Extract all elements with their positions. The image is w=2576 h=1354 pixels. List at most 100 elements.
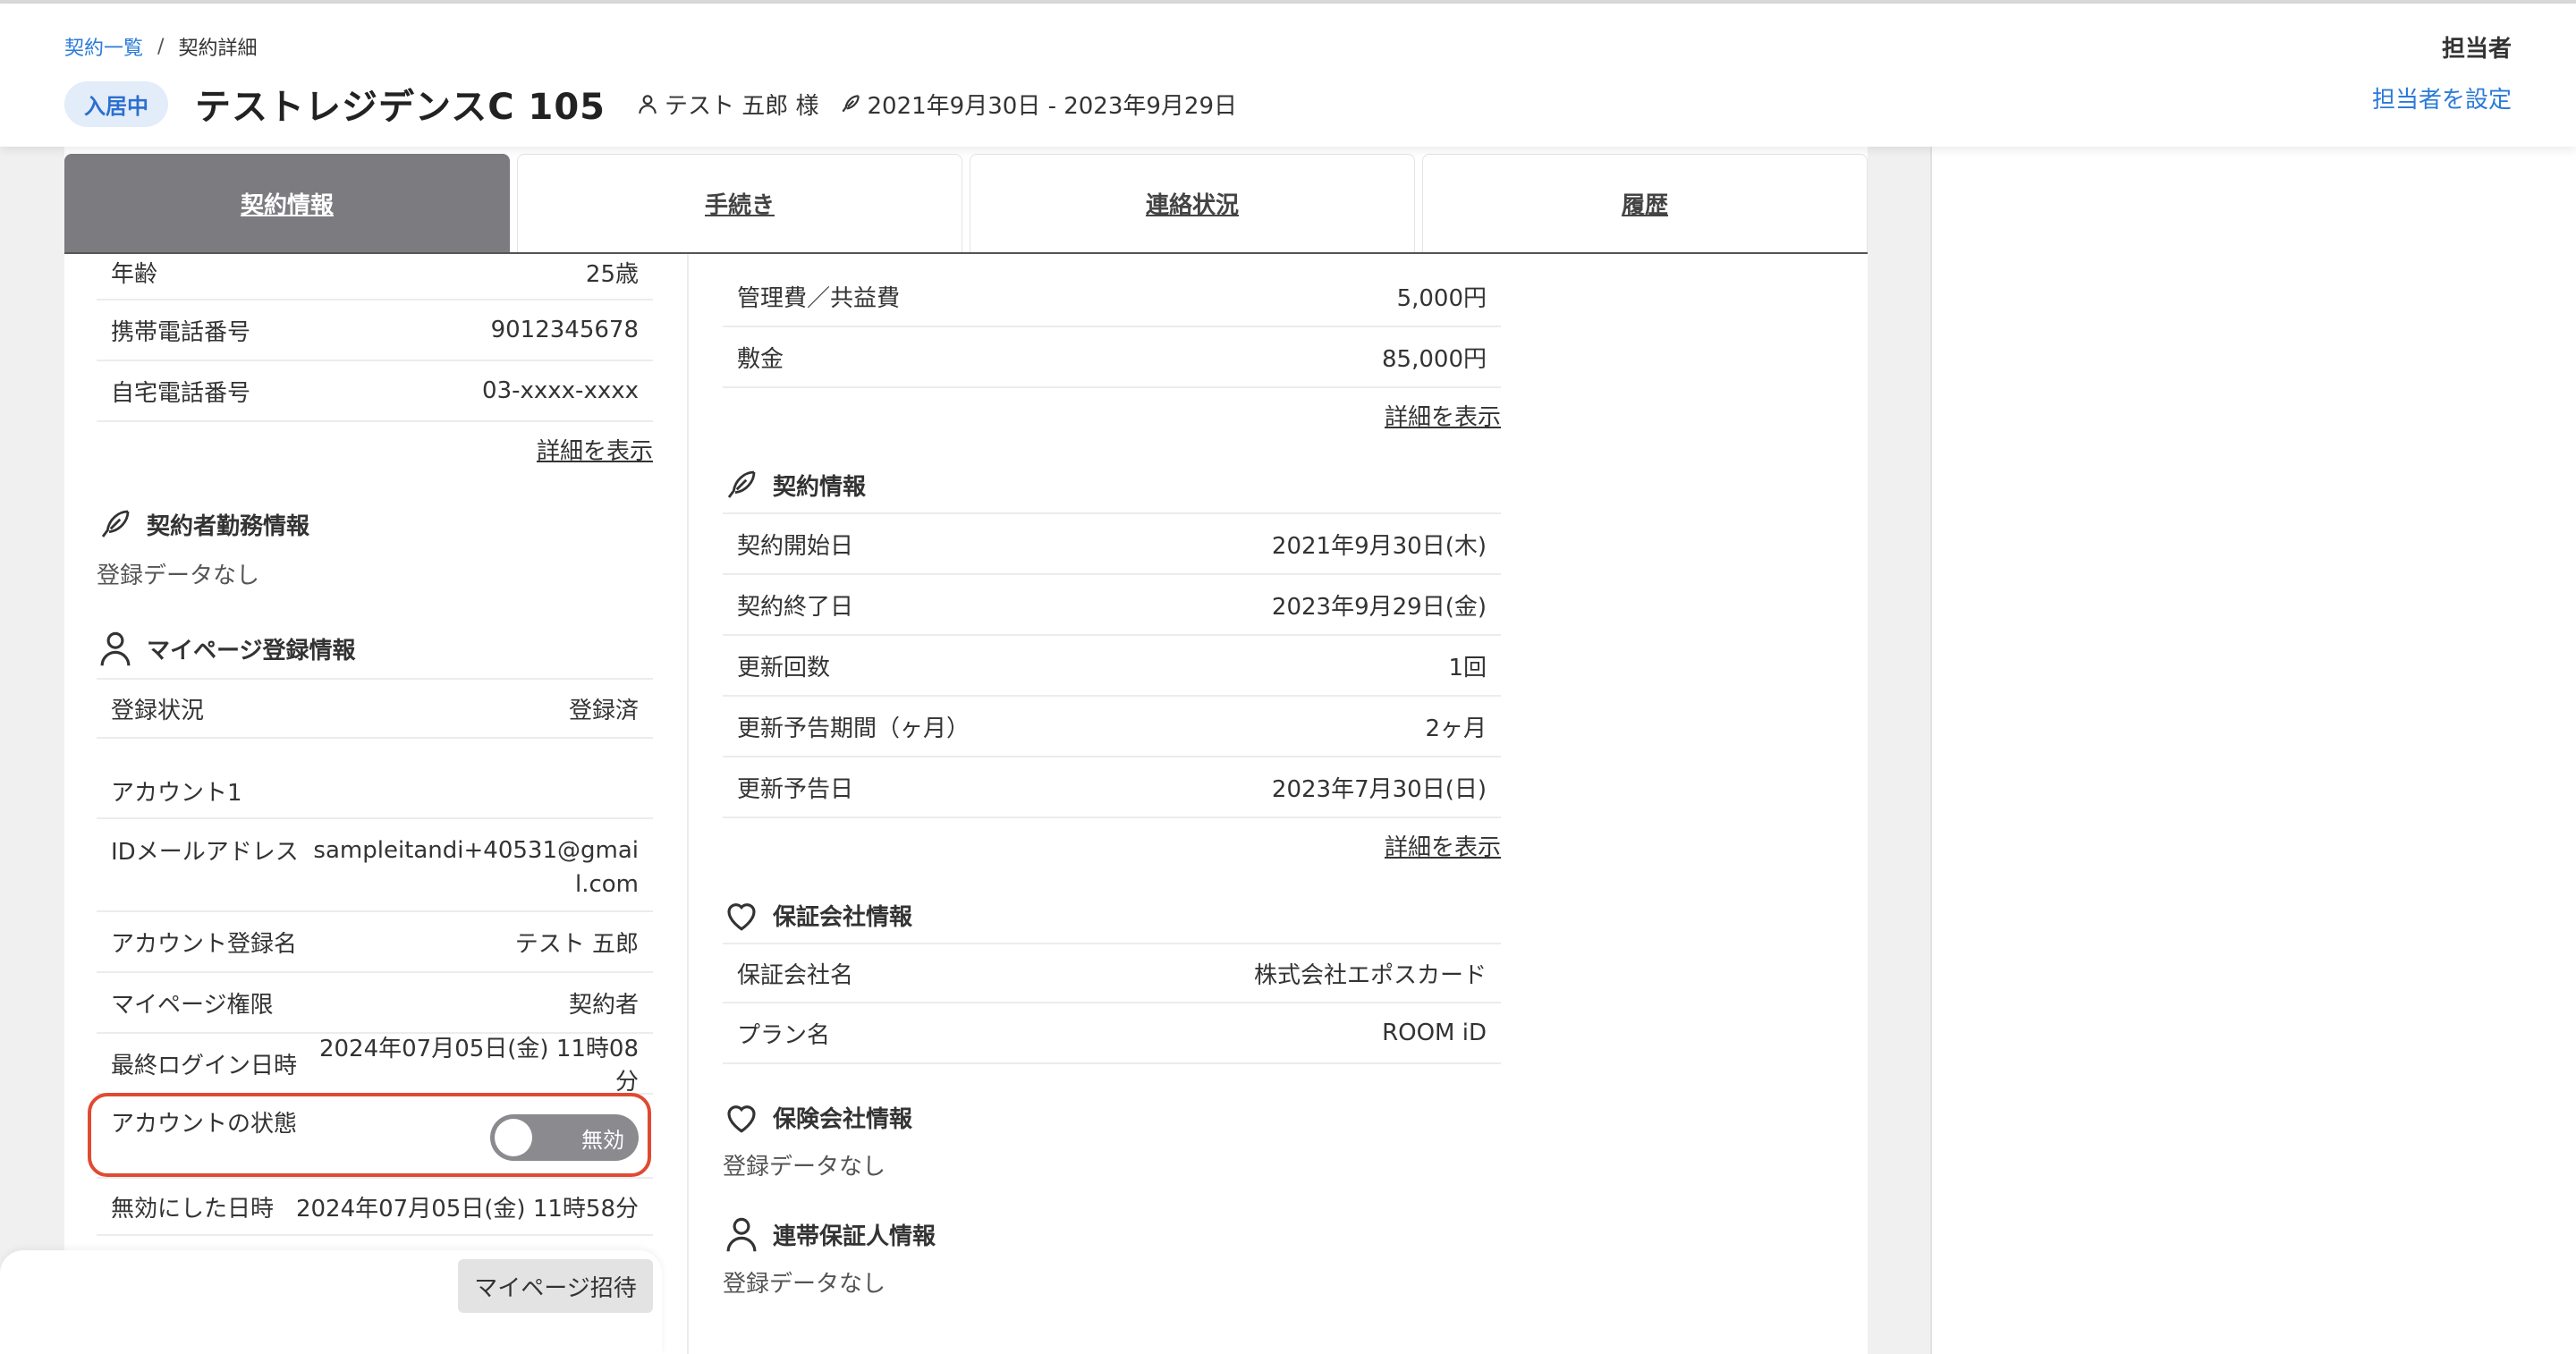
breadcrumb-current: 契約詳細 xyxy=(178,38,258,60)
row-label: 更新予告日 xyxy=(737,775,854,803)
divider xyxy=(97,667,653,680)
joint-guarantor-section-title: 連帯保証人情報 xyxy=(723,1215,1501,1253)
employment-nodata: 登録データなし xyxy=(97,563,260,589)
assignee-panel: 担当者 担当者を設定 xyxy=(2372,30,2512,114)
show-details-link[interactable]: 詳細を表示 xyxy=(1385,834,1501,861)
contract-period-text: 2021年9月30日 - 2023年9月29日 xyxy=(867,92,1238,120)
row-value: 株式会社エポスカード xyxy=(1253,961,1487,989)
section-title-text: 保証会社情報 xyxy=(773,903,913,931)
show-details-wrap: 詳細を表示 xyxy=(723,388,1501,432)
title-row: 入居中 テストレジデンスC 105 テスト 五郎 様 2021年9月30日 - … xyxy=(64,79,1257,129)
breadcrumb-contract-list-link[interactable]: 契約一覧 xyxy=(64,32,143,61)
mypage-section-title: マイページ登録情報 xyxy=(97,630,653,667)
pen-icon xyxy=(727,470,756,498)
contract-section-title: 契約情報 xyxy=(723,466,1501,504)
joint-guarantor-nodata: 登録データなし xyxy=(723,1271,886,1298)
section-title-text: 保険会社情報 xyxy=(773,1105,913,1133)
table-row: IDメールアドレス sampleitandi+40531@gmail.com xyxy=(97,819,653,912)
row-value: 2023年9月29日(金) xyxy=(1271,593,1487,621)
tenant-info: テスト 五郎 様 xyxy=(636,88,819,121)
row-value: 登録済 xyxy=(568,697,639,724)
account-heading: アカウント1 xyxy=(111,779,242,807)
row-value: 85,000円 xyxy=(1382,345,1487,373)
contractor-column: 年齢 25歳 携帯電話番号 9012345678 自宅電話番号 03-xxxx-… xyxy=(97,254,653,1236)
mypage-invite-button[interactable]: マイページ招待 xyxy=(458,1259,653,1313)
table-row: 自宅電話番号 03-xxxx-xxxx xyxy=(97,361,653,422)
row-label: 保証会社名 xyxy=(737,961,854,989)
row-value: 1回 xyxy=(1448,654,1487,681)
row-label: IDメールアドレス xyxy=(111,839,299,866)
table-row: 携帯電話番号 9012345678 xyxy=(97,300,653,361)
heart-icon xyxy=(727,1105,756,1133)
section-title-text: 連帯保証人情報 xyxy=(773,1223,936,1250)
tab-procedures[interactable]: 手続き xyxy=(517,154,962,252)
table-row: 登録状況 登録済 xyxy=(97,680,653,739)
row-value: ROOM iD xyxy=(1382,1020,1487,1046)
contract-period: 2021年9月30日 - 2023年9月29日 xyxy=(839,88,1238,121)
row-label: 管理費／共益費 xyxy=(737,284,901,312)
insurance-nodata: 登録データなし xyxy=(723,1154,886,1181)
show-details-wrap: 詳細を表示 xyxy=(723,818,1501,862)
row-value: 03-xxxx-xxxx xyxy=(482,377,639,404)
tab-bar: 契約情報 手続き 連絡状況 履歴 xyxy=(64,154,1868,254)
tab-contract-info[interactable]: 契約情報 xyxy=(64,154,510,252)
pen-icon xyxy=(841,95,860,113)
row-value: 2021年9月30日(木) xyxy=(1271,532,1487,560)
person-icon xyxy=(726,1217,757,1252)
row-value: 2023年7月30日(日) xyxy=(1271,775,1487,803)
page-title: テストレジデンスC 105 xyxy=(195,87,606,128)
right-sidebar xyxy=(1930,147,2576,1354)
tab-history[interactable]: 履歴 xyxy=(1422,154,1868,252)
breadcrumb-separator: / xyxy=(157,35,165,58)
tab-contact-status[interactable]: 連絡状況 xyxy=(970,154,1415,252)
table-row: 更新予告日 2023年7月30日(日) xyxy=(723,757,1501,818)
table-row: プラン名 ROOM iD xyxy=(723,1003,1501,1064)
person-icon xyxy=(100,631,131,666)
column-divider xyxy=(687,254,689,1354)
row-value: sampleitandi+40531@gmail.com xyxy=(313,837,639,898)
breadcrumb: 契約一覧 / 契約詳細 xyxy=(64,32,257,61)
row-value: 25歳 xyxy=(585,261,639,288)
person-icon xyxy=(639,95,657,114)
row-label: マイページ権限 xyxy=(111,991,274,1019)
row-value: 2ヶ月 xyxy=(1425,715,1487,742)
table-row: マイページ権限 契約者 xyxy=(97,973,653,1034)
row-label: 年齢 xyxy=(111,261,158,288)
row-label: 更新回数 xyxy=(737,654,831,681)
heart-icon xyxy=(727,903,756,931)
row-label: 携帯電話番号 xyxy=(111,318,251,346)
row-label: プラン名 xyxy=(737,1021,831,1049)
section-title-text: 契約情報 xyxy=(773,473,867,501)
row-value: 契約者 xyxy=(568,991,639,1019)
divider xyxy=(723,504,1501,514)
insurance-section-title: 保険会社情報 xyxy=(723,1098,1501,1136)
table-row: 契約開始日 2021年9月30日(木) xyxy=(723,514,1501,575)
page-header: 契約一覧 / 契約詳細 入居中 テストレジデンスC 105 テスト 五郎 様 2… xyxy=(0,4,2576,147)
guarantee-section-title: 保証会社情報 xyxy=(723,896,1501,934)
table-row: 管理費／共益費 5,000円 xyxy=(723,254,1501,327)
row-value: 9012345678 xyxy=(490,317,639,343)
divider xyxy=(723,934,1501,944)
table-row: 無効にした日時 2024年07月05日(金) 11時58分 xyxy=(97,1177,653,1236)
table-row: アカウント1 xyxy=(97,739,653,819)
table-row: 年齢 25歳 xyxy=(97,254,653,300)
account-state-highlight xyxy=(88,1093,651,1177)
table-row: 保証会社名 株式会社エポスカード xyxy=(723,944,1501,1003)
show-details-link[interactable]: 詳細を表示 xyxy=(1385,404,1501,431)
table-row: 契約終了日 2023年9月29日(金) xyxy=(723,575,1501,636)
table-row: 最終ログイン日時 2024年07月05日(金) 11時08分 xyxy=(97,1034,653,1096)
employment-section-title: 契約者勤務情報 xyxy=(97,505,653,543)
section-title-text: マイページ登録情報 xyxy=(147,637,356,664)
show-details-link[interactable]: 詳細を表示 xyxy=(537,438,653,465)
assignee-label: 担当者 xyxy=(2441,36,2512,63)
row-value: 2024年07月05日(金) 11時58分 xyxy=(295,1195,639,1223)
show-details-wrap: 詳細を表示 xyxy=(97,422,653,466)
row-label: 登録状況 xyxy=(111,697,205,724)
table-row: 更新予告期間（ヶ月） 2ヶ月 xyxy=(723,697,1501,757)
table-row: アカウント登録名 テスト 五郎 xyxy=(97,912,653,973)
row-label: 契約終了日 xyxy=(737,593,854,621)
status-badge: 入居中 xyxy=(64,80,168,127)
set-assignee-link[interactable]: 担当者を設定 xyxy=(2372,81,2512,114)
tenant-name: テスト 五郎 様 xyxy=(664,92,819,120)
table-row: 更新回数 1回 xyxy=(723,636,1501,697)
